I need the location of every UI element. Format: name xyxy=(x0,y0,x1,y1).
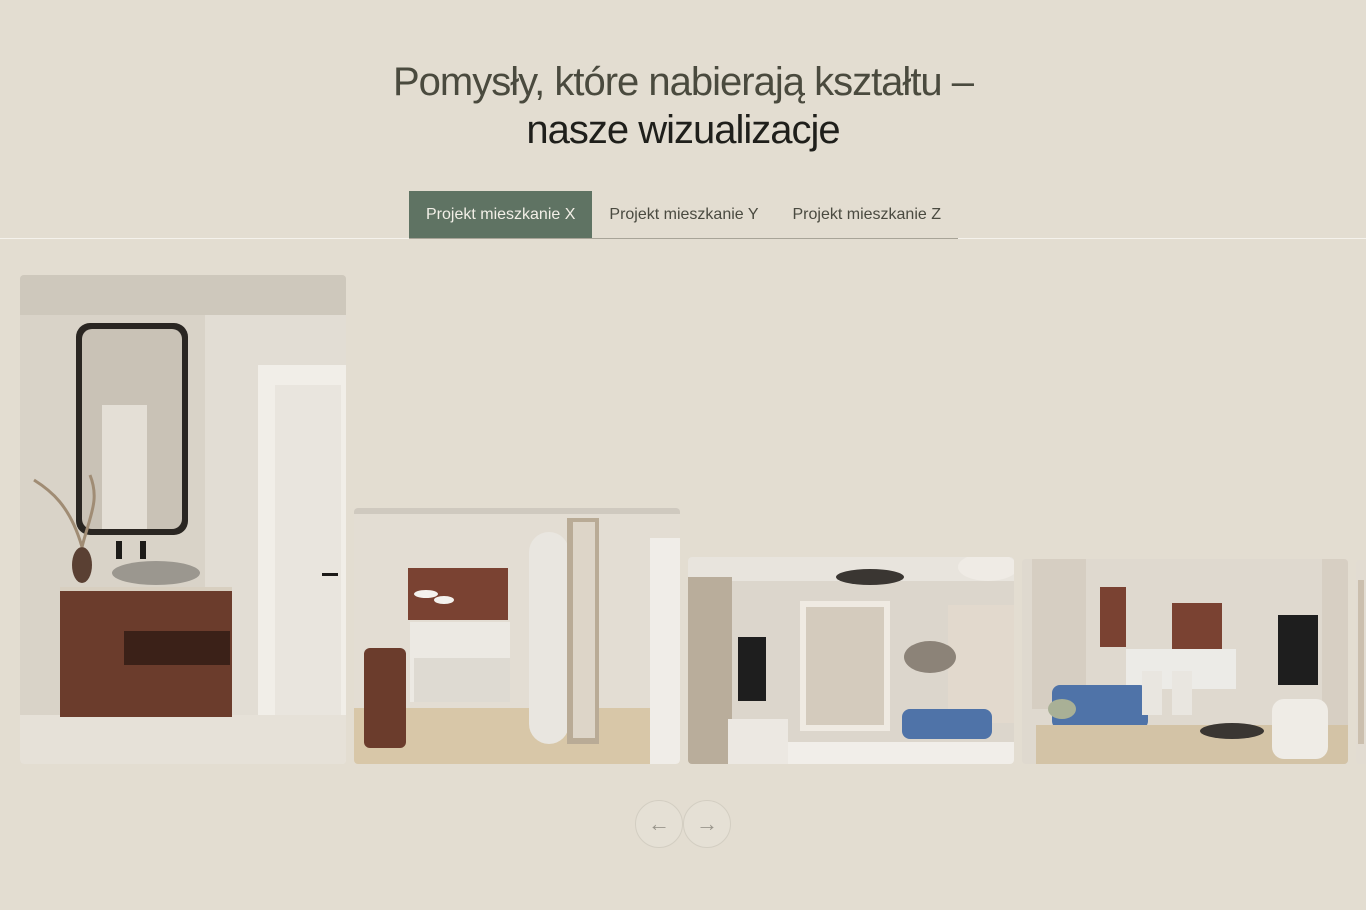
heading-line-1: Pomysły, które nabierają kształtu – xyxy=(392,60,974,104)
project-tabs: Projekt mieszkanie X Projekt mieszkanie … xyxy=(409,191,958,239)
gallery-image-kitchen[interactable] xyxy=(354,508,680,764)
gallery-image-partial[interactable] xyxy=(1356,560,1366,764)
gallery-image-living-kitchen[interactable] xyxy=(1022,559,1348,764)
image-carousel xyxy=(0,270,1366,770)
visualizations-section: Pomysły, które nabierają kształtu – nasz… xyxy=(0,0,1366,910)
section-heading: Pomysły, które nabierają kształtu – nasz… xyxy=(0,58,1366,154)
next-button[interactable]: → xyxy=(683,800,731,848)
gallery-image-living-room[interactable] xyxy=(688,557,1014,764)
heading-line-2: nasze wizualizacje xyxy=(526,108,840,152)
carousel-navigation: ← → xyxy=(635,800,731,848)
arrow-left-icon: ← xyxy=(648,811,670,836)
tab-projekt-x[interactable]: Projekt mieszkanie X xyxy=(409,191,593,238)
tab-projekt-y[interactable]: Projekt mieszkanie Y xyxy=(592,191,775,238)
tab-projekt-z[interactable]: Projekt mieszkanie Z xyxy=(776,191,959,238)
arrow-right-icon: → xyxy=(696,811,718,836)
gallery-image-bathroom[interactable] xyxy=(20,275,346,764)
previous-button[interactable]: ← xyxy=(635,800,683,848)
